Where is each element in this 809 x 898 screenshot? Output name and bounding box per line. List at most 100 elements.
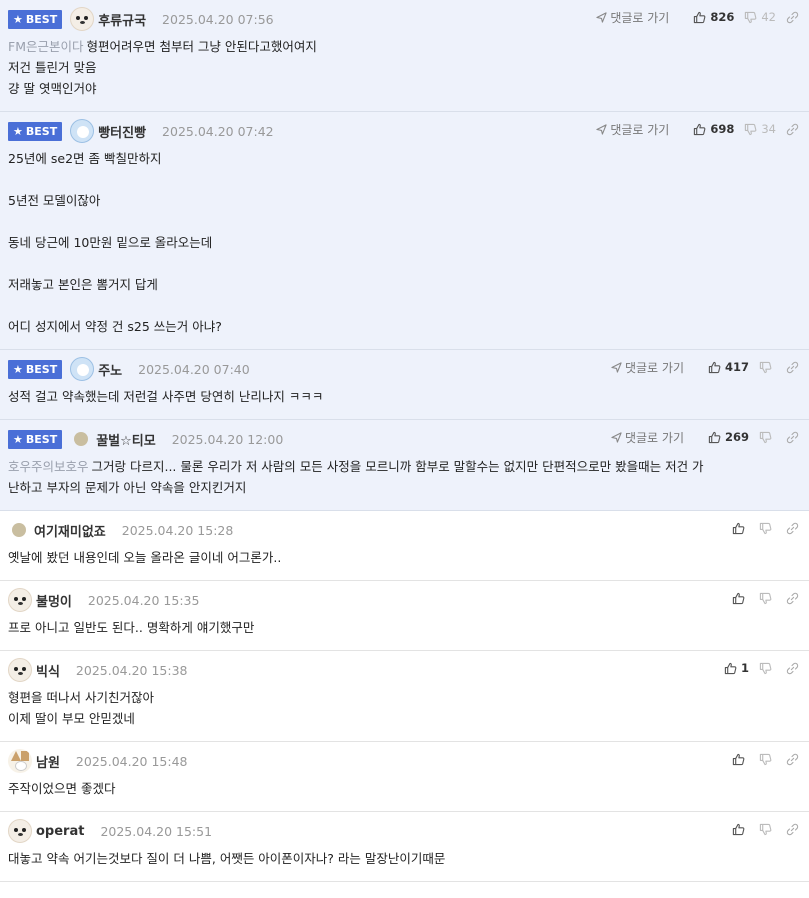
author-nickname[interactable]: 여기재미없죠 (34, 521, 106, 540)
comment-text: 성적 걸고 약속했는데 저런걸 사주면 당연히 난리나지 ㅋㅋㅋ (8, 389, 324, 404)
author-nickname[interactable]: 꿀벌☆티모 (96, 430, 156, 449)
link-icon (786, 522, 799, 534)
thumbs-down-icon (759, 823, 772, 835)
thumbs-down-icon (759, 431, 772, 443)
comment-actions: 1 (714, 659, 799, 677)
go-to-reply-link[interactable]: 댓글로 가기 (596, 9, 669, 26)
avatar[interactable] (8, 749, 32, 773)
comment-actions: 댓글로 가기 698 34 (596, 120, 799, 138)
comment-line: FM은근본이다 형편어려우면 첨부터 그냥 안된다고했어여지 (8, 36, 801, 57)
like-button[interactable] (732, 522, 749, 535)
comment-text: 어디 성지에서 약정 건 s25 쓰는거 아냐? (8, 319, 222, 334)
best-badge: ★ BEST (8, 121, 63, 141)
comment-actions: 댓글로 가기 269 (611, 428, 799, 446)
dislike-button[interactable] (759, 522, 776, 535)
thumbs-down-icon (759, 522, 772, 534)
avatar[interactable] (8, 588, 32, 612)
comment-item: ★ BEST 빵터진빵 2025.04.20 07:42 댓글로 가기 698 … (0, 112, 809, 350)
comment-line: 걍 딸 엿맥인거야 (8, 78, 801, 99)
go-to-reply-link[interactable]: 댓글로 가기 (596, 121, 669, 138)
author-nickname[interactable]: 빵터진빵 (98, 122, 146, 141)
permalink-button[interactable] (786, 662, 799, 675)
dislike-button[interactable] (759, 753, 776, 766)
like-button[interactable]: 417 (708, 360, 749, 374)
dislike-button[interactable] (759, 592, 776, 605)
permalink-button[interactable] (786, 11, 799, 24)
comment-actions (722, 820, 799, 838)
dislike-button[interactable] (759, 823, 776, 836)
permalink-button[interactable] (786, 431, 799, 444)
like-button[interactable] (732, 753, 749, 766)
permalink-button[interactable] (786, 823, 799, 836)
avatar[interactable] (8, 819, 32, 843)
comment-date: 2025.04.20 07:40 (138, 361, 250, 377)
avatar[interactable] (70, 119, 95, 143)
author-nickname[interactable]: 남원 (36, 752, 60, 771)
go-to-reply-link[interactable]: 댓글로 가기 (611, 359, 684, 376)
permalink-button[interactable] (786, 522, 799, 535)
dislike-button[interactable]: 42 (744, 10, 776, 24)
comment-line: 주작이었으면 좋겠다 (8, 778, 801, 799)
dislike-count: 42 (761, 10, 776, 24)
best-badge-label: BEST (25, 432, 58, 446)
comment-date: 2025.04.20 15:51 (100, 823, 213, 839)
thumbs-up-icon (708, 431, 721, 443)
like-button[interactable] (732, 823, 749, 836)
dislike-button[interactable]: 34 (744, 122, 776, 136)
author-nickname[interactable]: 불멍이 (36, 591, 72, 610)
comment-body: 옛날에 봤던 내용인데 오늘 올라온 글이네 어그론가.. (8, 541, 801, 580)
author-nickname[interactable]: 후류규국 (98, 10, 146, 29)
dislike-button[interactable] (759, 431, 776, 444)
quoted-user[interactable]: FM은근본이다 (8, 39, 83, 54)
go-to-reply-link[interactable]: 댓글로 가기 (611, 429, 684, 446)
like-button[interactable] (732, 592, 749, 605)
quoted-user[interactable]: 호우주의보호우 (8, 459, 89, 474)
comment-text: 대놓고 약속 어기는것보다 질이 더 나쁨, 어쨋든 아이폰이자나? 라는 말장… (8, 851, 446, 866)
like-button[interactable]: 1 (724, 661, 749, 675)
comment-line: 동네 당근에 10만원 밑으로 올라오는데 (8, 232, 801, 253)
avatar[interactable] (70, 357, 95, 381)
star-icon: ★ (13, 12, 23, 26)
permalink-button[interactable] (786, 123, 799, 136)
permalink-button[interactable] (786, 753, 799, 766)
avatar[interactable] (74, 432, 89, 446)
thumbs-up-icon (694, 123, 706, 135)
comment-line (8, 253, 801, 274)
author-nickname[interactable]: operat (36, 824, 84, 839)
like-count: 698 (710, 122, 735, 136)
comment-line: 호우주의보호우 그거랑 다르지... 물론 우리가 저 사람의 모든 사정을 모르… (8, 456, 801, 477)
author-nickname[interactable]: 주노 (98, 360, 122, 379)
avatar[interactable] (12, 523, 26, 537)
comment-line: 옛날에 봤던 내용인데 오늘 올라온 글이네 어그론가.. (8, 547, 801, 568)
comment-text: 옛날에 봤던 내용인데 오늘 올라온 글이네 어그론가.. (8, 550, 282, 565)
dislike-button[interactable] (759, 662, 776, 675)
star-icon: ★ (13, 362, 23, 376)
permalink-button[interactable] (786, 361, 799, 374)
comment-body: 호우주의보호우 그거랑 다르지... 물론 우리가 저 사람의 모든 사정을 모르… (8, 450, 801, 510)
comment-line: 프로 아니고 일반도 된다.. 명확하게 얘기했구만 (8, 617, 801, 638)
like-button[interactable]: 698 (693, 122, 734, 136)
permalink-button[interactable] (786, 592, 799, 605)
comment-line: 이제 딸이 부모 안믿겠네 (8, 708, 801, 729)
link-icon (786, 662, 799, 674)
go-to-reply-label: 댓글로 가기 (624, 360, 684, 375)
author-nickname[interactable]: 빅식 (36, 661, 60, 680)
comment-header: 남원 2025.04.20 15:48 (8, 749, 801, 773)
thumbs-up-icon (694, 11, 706, 23)
avatar[interactable] (70, 7, 95, 31)
send-icon (611, 431, 622, 443)
thumbs-down-icon (759, 753, 772, 765)
like-button[interactable]: 269 (708, 430, 749, 444)
send-icon (596, 123, 607, 135)
dislike-button[interactable] (759, 361, 776, 374)
comment-text: 그거랑 다르지... 물론 우리가 저 사람의 모든 사정을 모르니까 함부로 … (91, 459, 704, 474)
avatar[interactable] (8, 658, 32, 682)
comment-line: 형편을 떠나서 사기친거잖아 (8, 687, 801, 708)
thumbs-up-icon (732, 522, 745, 534)
comment-actions (722, 589, 799, 607)
thumbs-down-icon (745, 123, 757, 135)
link-icon (786, 592, 799, 604)
link-icon (786, 11, 799, 23)
comment-body: FM은근본이다 형편어려우면 첨부터 그냥 안된다고했어여지 저건 틀린거 맞음 걍 … (8, 30, 801, 111)
like-button[interactable]: 826 (693, 10, 734, 24)
